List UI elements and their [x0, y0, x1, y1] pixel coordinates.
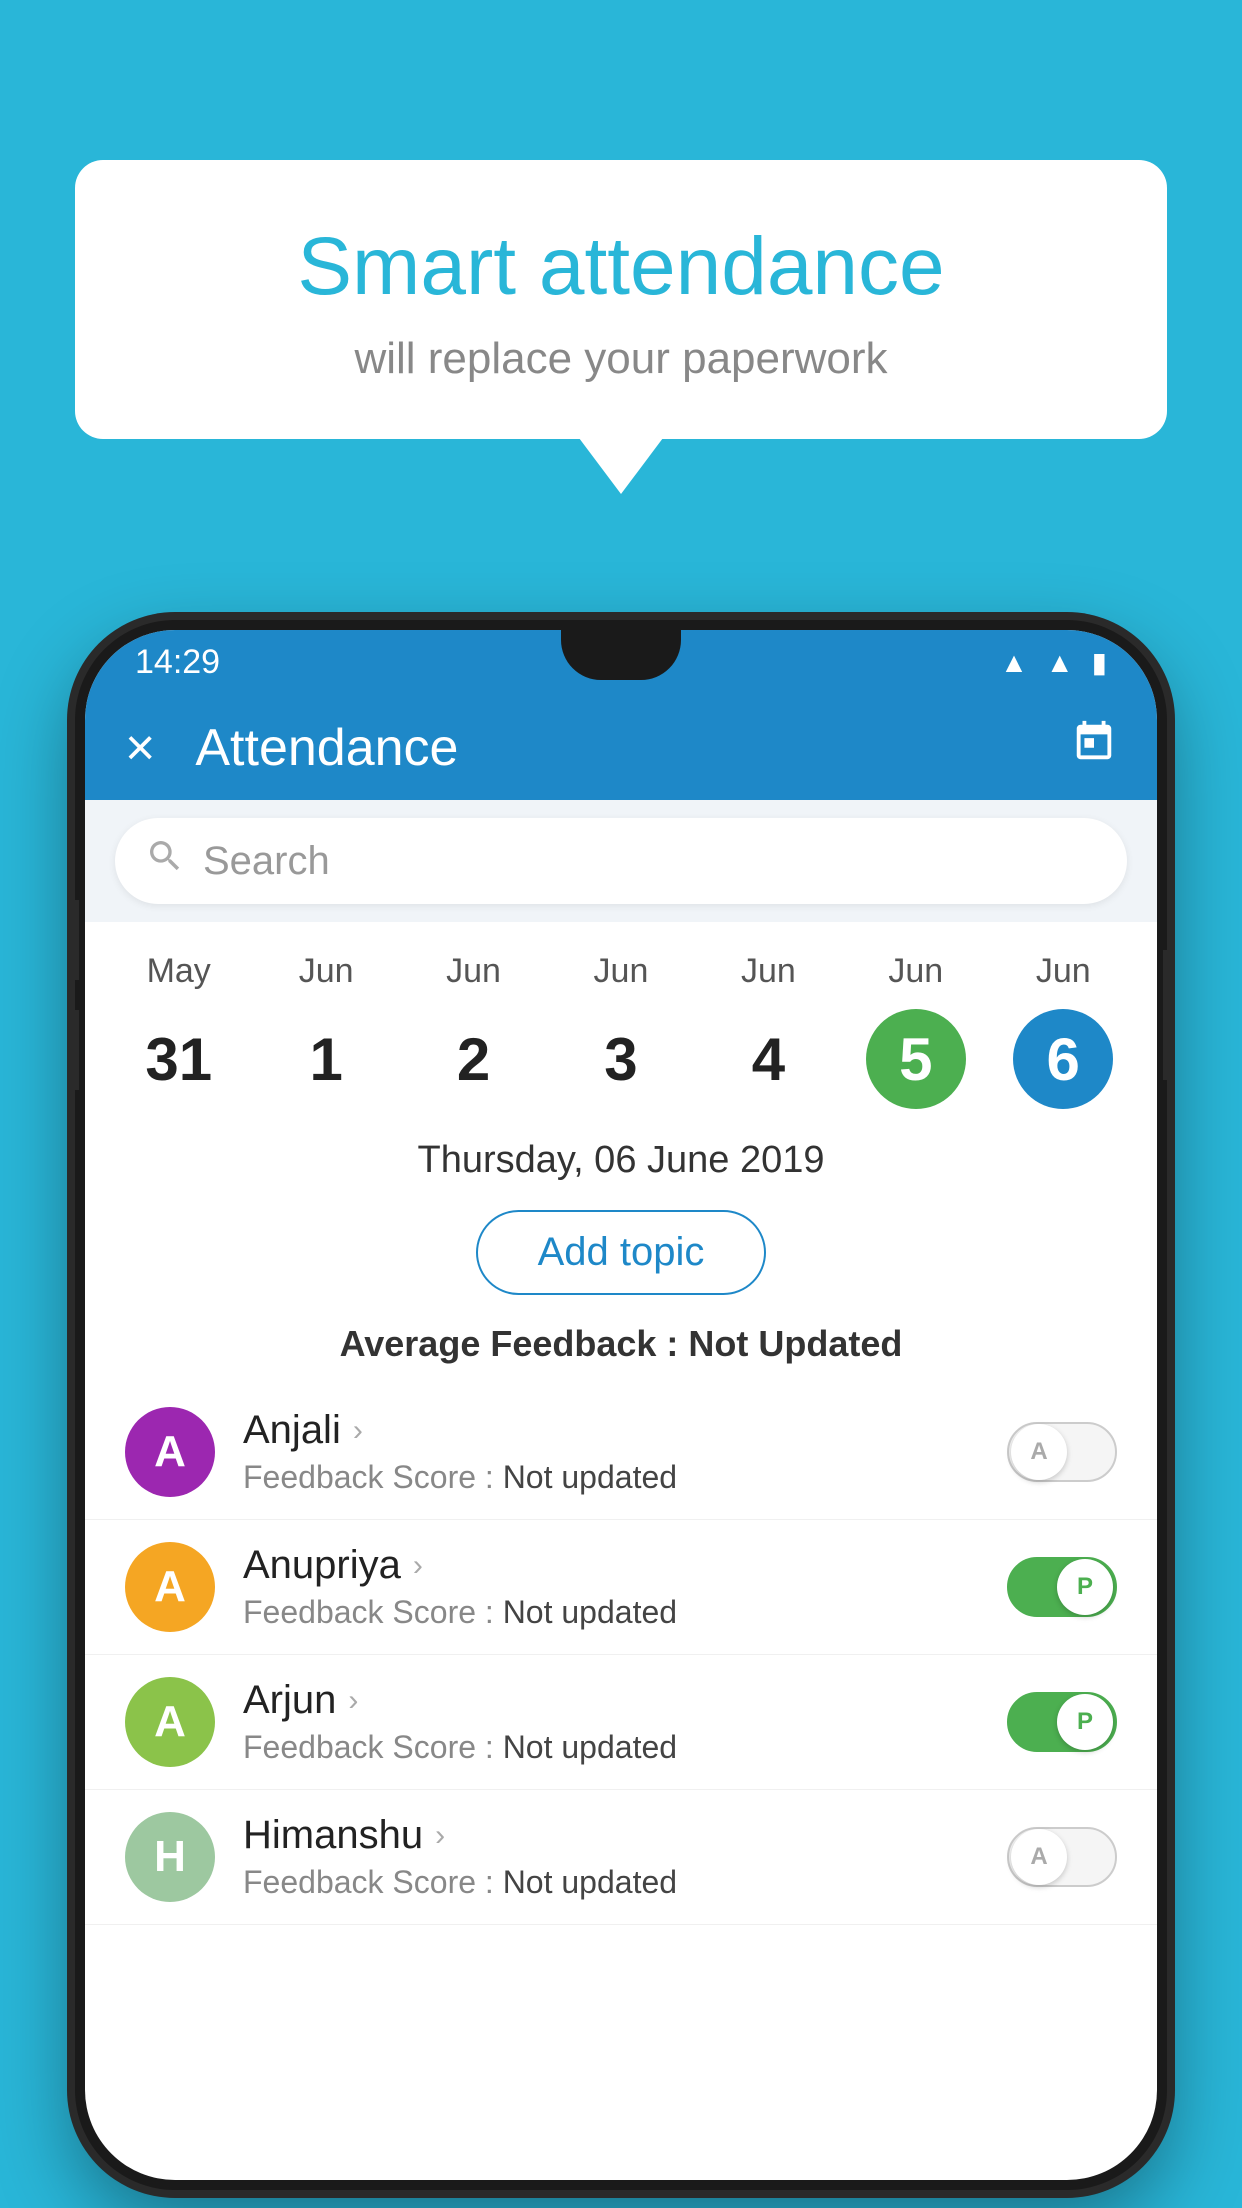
- toggle-switch[interactable]: A: [1007, 1827, 1117, 1887]
- calendar-row: May 31 Jun 1 Jun 2 Jun 3 Jun 4 Jun 5 Jun 6: [85, 922, 1157, 1129]
- attendance-toggle[interactable]: A: [1007, 1827, 1117, 1887]
- speech-bubble: Smart attendance will replace your paper…: [75, 160, 1167, 439]
- student-item[interactable]: A Anupriya › Feedback Score : Not updated P: [85, 1520, 1157, 1655]
- student-info: Anupriya › Feedback Score : Not updated: [243, 1543, 979, 1631]
- cal-date-number: 31: [129, 1009, 229, 1109]
- close-button[interactable]: ×: [125, 718, 155, 778]
- status-time: 14:29: [135, 643, 220, 682]
- add-topic-container: Add topic: [85, 1200, 1157, 1315]
- student-name: Anupriya ›: [243, 1543, 979, 1588]
- student-chevron-icon: ›: [348, 1684, 358, 1718]
- student-feedback-value: Not updated: [503, 1459, 677, 1495]
- signal-icon: ▲: [1046, 647, 1074, 679]
- calendar-day[interactable]: Jun 3: [556, 952, 686, 1109]
- battery-icon: ▮: [1092, 646, 1107, 679]
- calendar-day[interactable]: Jun 4: [703, 952, 833, 1109]
- header-title: Attendance: [195, 718, 1031, 778]
- status-icons: ▲ ▲ ▮: [1000, 646, 1107, 679]
- student-feedback: Feedback Score : Not updated: [243, 1729, 979, 1766]
- student-info: Himanshu › Feedback Score : Not updated: [243, 1813, 979, 1901]
- volume-up-button: [75, 900, 79, 980]
- student-item[interactable]: A Arjun › Feedback Score : Not updated P: [85, 1655, 1157, 1790]
- student-feedback-value: Not updated: [503, 1594, 677, 1630]
- search-placeholder: Search: [203, 839, 330, 884]
- search-container: Search: [85, 800, 1157, 922]
- phone-container: 14:29 ▲ ▲ ▮ × Attendance: [75, 620, 1167, 2208]
- avg-feedback-value: Not Updated: [688, 1323, 902, 1364]
- student-chevron-icon: ›: [413, 1549, 423, 1583]
- notch: [561, 630, 681, 680]
- student-feedback-value: Not updated: [503, 1729, 677, 1765]
- student-avatar: H: [125, 1812, 215, 1902]
- avg-feedback-label: Average Feedback :: [340, 1323, 689, 1364]
- student-list: AAnjali ›Feedback Score : Not updatedAAA…: [85, 1385, 1157, 1925]
- student-name: Arjun ›: [243, 1678, 979, 1723]
- attendance-toggle[interactable]: P: [1007, 1557, 1117, 1617]
- calendar-day[interactable]: Jun 2: [409, 952, 539, 1109]
- avg-feedback: Average Feedback : Not Updated: [85, 1315, 1157, 1385]
- calendar-day[interactable]: May 31: [114, 952, 244, 1109]
- attendance-toggle[interactable]: A: [1007, 1422, 1117, 1482]
- selected-date-label: Thursday, 06 June 2019: [85, 1129, 1157, 1200]
- student-avatar: A: [125, 1677, 215, 1767]
- student-info: Anjali › Feedback Score : Not updated: [243, 1408, 979, 1496]
- student-feedback: Feedback Score : Not updated: [243, 1594, 979, 1631]
- student-name: Himanshu ›: [243, 1813, 979, 1858]
- power-button: [1163, 950, 1167, 1080]
- student-feedback: Feedback Score : Not updated: [243, 1459, 979, 1496]
- toggle-switch[interactable]: A: [1007, 1422, 1117, 1482]
- student-chevron-icon: ›: [353, 1414, 363, 1448]
- cal-date-number: 1: [276, 1009, 376, 1109]
- cal-date-number: 4: [718, 1009, 818, 1109]
- student-item[interactable]: H Himanshu › Feedback Score : Not updated A: [85, 1790, 1157, 1925]
- add-topic-button[interactable]: Add topic: [476, 1210, 767, 1295]
- toggle-switch[interactable]: P: [1007, 1557, 1117, 1617]
- calendar-day[interactable]: Jun 5: [851, 952, 981, 1109]
- student-feedback-value: Not updated: [503, 1864, 677, 1900]
- student-info: Arjun › Feedback Score : Not updated: [243, 1678, 979, 1766]
- cal-month-label: Jun: [299, 952, 354, 991]
- student-avatar: A: [125, 1542, 215, 1632]
- calendar-day[interactable]: Jun 1: [261, 952, 391, 1109]
- toggle-thumb: A: [1011, 1829, 1067, 1885]
- calendar-day[interactable]: Jun 6: [998, 952, 1128, 1109]
- wifi-icon: ▲: [1000, 647, 1028, 679]
- student-chevron-icon: ›: [435, 1819, 445, 1853]
- cal-date-number: 5: [866, 1009, 966, 1109]
- student-feedback: Feedback Score : Not updated: [243, 1864, 979, 1901]
- phone-frame: 14:29 ▲ ▲ ▮ × Attendance: [75, 620, 1167, 2190]
- toggle-switch[interactable]: P: [1007, 1692, 1117, 1752]
- student-name: Anjali ›: [243, 1408, 979, 1453]
- cal-month-label: Jun: [888, 952, 943, 991]
- cal-date-number: 3: [571, 1009, 671, 1109]
- student-item[interactable]: A Anjali › Feedback Score : Not updated A: [85, 1385, 1157, 1520]
- attendance-toggle[interactable]: P: [1007, 1692, 1117, 1752]
- phone-screen: 14:29 ▲ ▲ ▮ × Attendance: [85, 630, 1157, 2180]
- cal-month-label: Jun: [594, 952, 649, 991]
- toggle-thumb: P: [1057, 1694, 1113, 1750]
- speech-bubble-title: Smart attendance: [155, 220, 1087, 314]
- toggle-thumb: P: [1057, 1559, 1113, 1615]
- app-header: × Attendance: [85, 695, 1157, 800]
- toggle-thumb: A: [1011, 1424, 1067, 1480]
- cal-month-label: Jun: [1036, 952, 1091, 991]
- speech-bubble-subtitle: will replace your paperwork: [155, 334, 1087, 384]
- cal-month-label: Jun: [741, 952, 796, 991]
- calendar-icon[interactable]: [1071, 719, 1117, 776]
- cal-month-label: Jun: [446, 952, 501, 991]
- cal-date-number: 6: [1013, 1009, 1113, 1109]
- volume-down-button: [75, 1010, 79, 1090]
- cal-month-label: May: [147, 952, 211, 991]
- cal-date-number: 2: [424, 1009, 524, 1109]
- student-avatar: A: [125, 1407, 215, 1497]
- search-bar[interactable]: Search: [115, 818, 1127, 904]
- search-icon: [145, 836, 185, 886]
